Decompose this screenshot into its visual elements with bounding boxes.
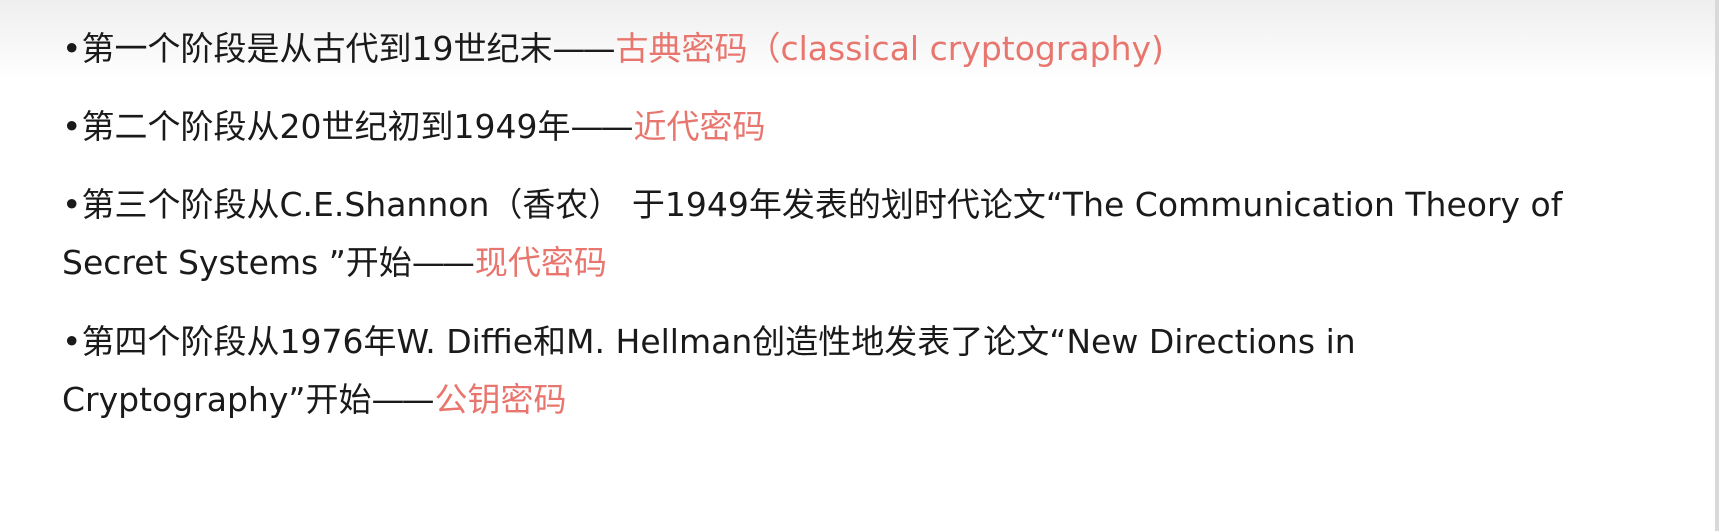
bullet-marker: • (62, 185, 82, 224)
bullet-line: •第一个阶段是从古代到19世纪末——古典密码（classical cryptog… (62, 20, 1662, 78)
bullet-marker: • (62, 322, 82, 361)
bullet-line-continued: Cryptography”开始——公钥密码 (62, 371, 1662, 429)
highlight-term: 近代密码 (633, 107, 766, 146)
bullet-line: •第四个阶段从1976年W. Diffie和M. Hellman创造性地发表了论… (62, 313, 1662, 371)
bullet-classical: •第一个阶段是从古代到19世纪末——古典密码（classical cryptog… (62, 20, 1662, 78)
bullet-public-key: •第四个阶段从1976年W. Diffie和M. Hellman创造性地发表了论… (62, 313, 1662, 429)
window-edge (1715, 0, 1719, 531)
bullet-text: Secret Systems ”开始 (62, 243, 412, 282)
bullet-text: 第二个阶段从20世纪初到1949年 (81, 107, 571, 146)
bullet-line: •第三个阶段从C.E.Shannon（香农） 于1949年发表的划时代论文“Th… (62, 176, 1662, 234)
bullet-text: Cryptography”开始 (62, 380, 372, 419)
bullet-line: •第二个阶段从20世纪初到1949年——近代密码 (62, 98, 1662, 156)
highlight-term: 公钥密码 (434, 380, 567, 419)
em-dash: —— (552, 29, 615, 68)
em-dash: —— (570, 107, 633, 146)
bullet-text: 第一个阶段是从古代到19世纪末 (81, 29, 553, 68)
bullet-line-continued: Secret Systems ”开始——现代密码 (62, 234, 1662, 292)
slide: •第一个阶段是从古代到19世纪末——古典密码（classical cryptog… (0, 0, 1719, 531)
bullet-marker: • (62, 107, 82, 146)
em-dash: —— (411, 243, 475, 282)
bullet-marker: • (62, 29, 82, 68)
highlight-term: 古典密码（classical cryptography) (615, 29, 1164, 68)
bullet-text: 第四个阶段从1976年W. Diffie和M. Hellman创造性地发表了论文… (81, 322, 1356, 361)
bullet-text: 第三个阶段从C.E.Shannon（香农） 于1949年发表的划时代论文“The… (81, 185, 1563, 224)
em-dash: —— (371, 380, 434, 419)
bullet-modern-early: •第二个阶段从20世纪初到1949年——近代密码 (62, 98, 1662, 156)
highlight-term: 现代密码 (474, 243, 607, 282)
bullet-shannon: •第三个阶段从C.E.Shannon（香农） 于1949年发表的划时代论文“Th… (62, 176, 1662, 292)
